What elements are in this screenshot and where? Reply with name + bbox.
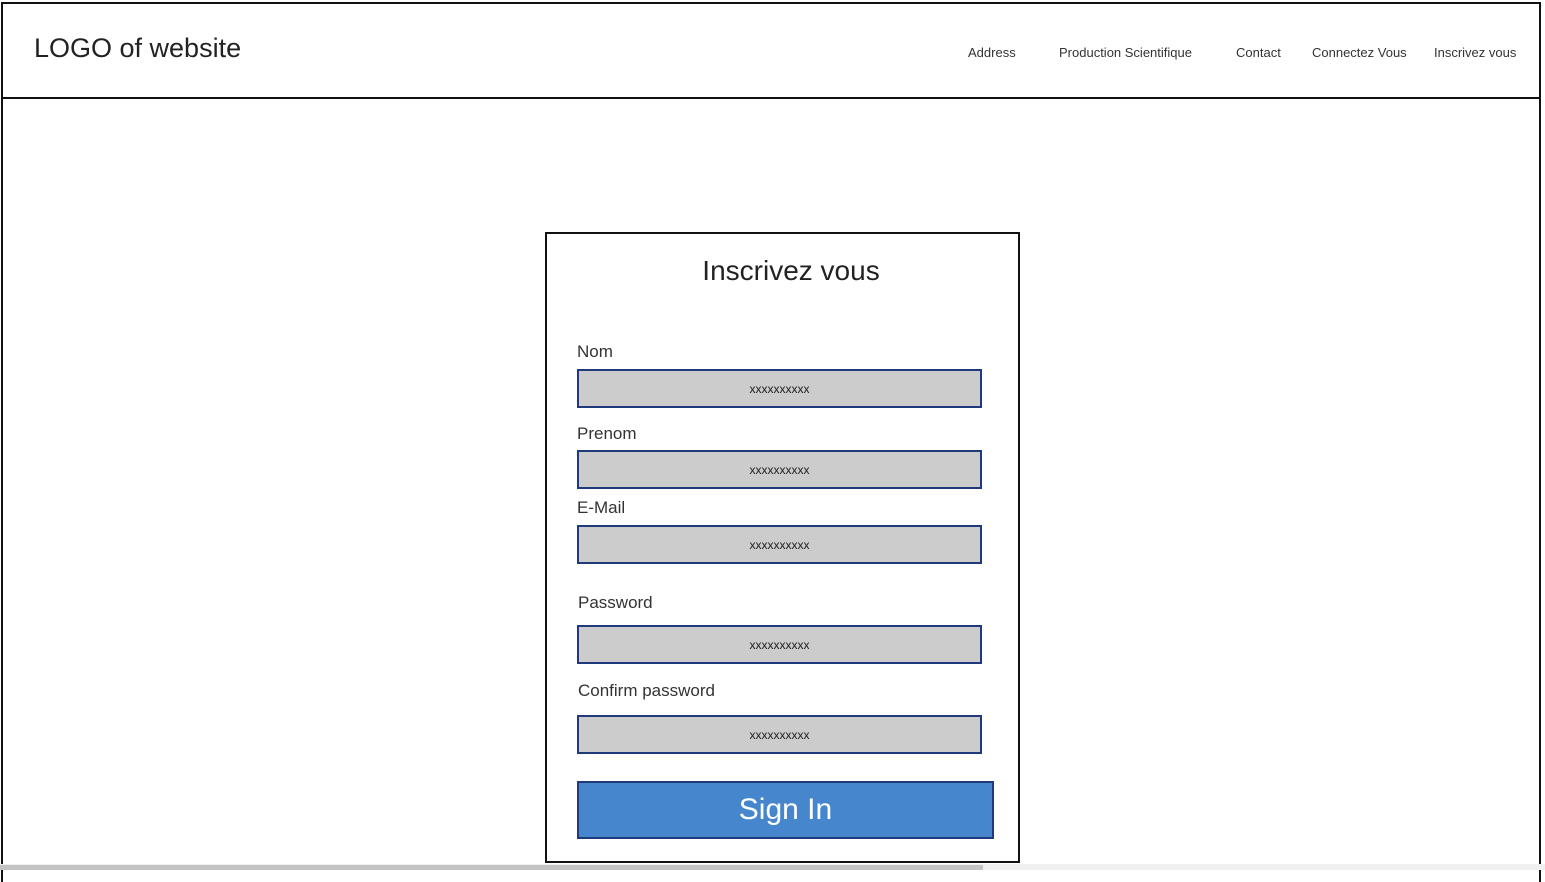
nav-item-production-scientifique[interactable]: Production Scientifique xyxy=(1059,45,1192,60)
signup-title: Inscrivez vous xyxy=(702,255,880,286)
password-label: Password xyxy=(578,593,653,612)
main-nav: Address Production Scientifique Contact … xyxy=(1,45,1541,61)
confirm-password-input[interactable] xyxy=(577,715,982,754)
site-header: LOGO of website Address Production Scien… xyxy=(1,2,1541,99)
sign-in-button[interactable]: Sign In xyxy=(577,781,994,839)
nav-item-connectez-vous[interactable]: Connectez Vous xyxy=(1312,45,1407,60)
prenom-label: Prenom xyxy=(577,424,637,443)
email-label: E-Mail xyxy=(577,498,626,517)
nom-input[interactable] xyxy=(577,369,982,408)
nav-item-contact[interactable]: Contact xyxy=(1236,45,1281,60)
password-input[interactable] xyxy=(577,625,982,664)
confirm-password-label: Confirm password xyxy=(578,681,715,700)
email-input[interactable] xyxy=(577,525,982,564)
horizontal-scrollbar-thumb[interactable] xyxy=(0,865,983,870)
prenom-input[interactable] xyxy=(577,450,982,489)
nom-label: Nom xyxy=(577,342,613,361)
nav-item-inscrivez-vous[interactable]: Inscrivez vous xyxy=(1434,45,1516,60)
nav-item-address[interactable]: Address xyxy=(968,45,1016,60)
